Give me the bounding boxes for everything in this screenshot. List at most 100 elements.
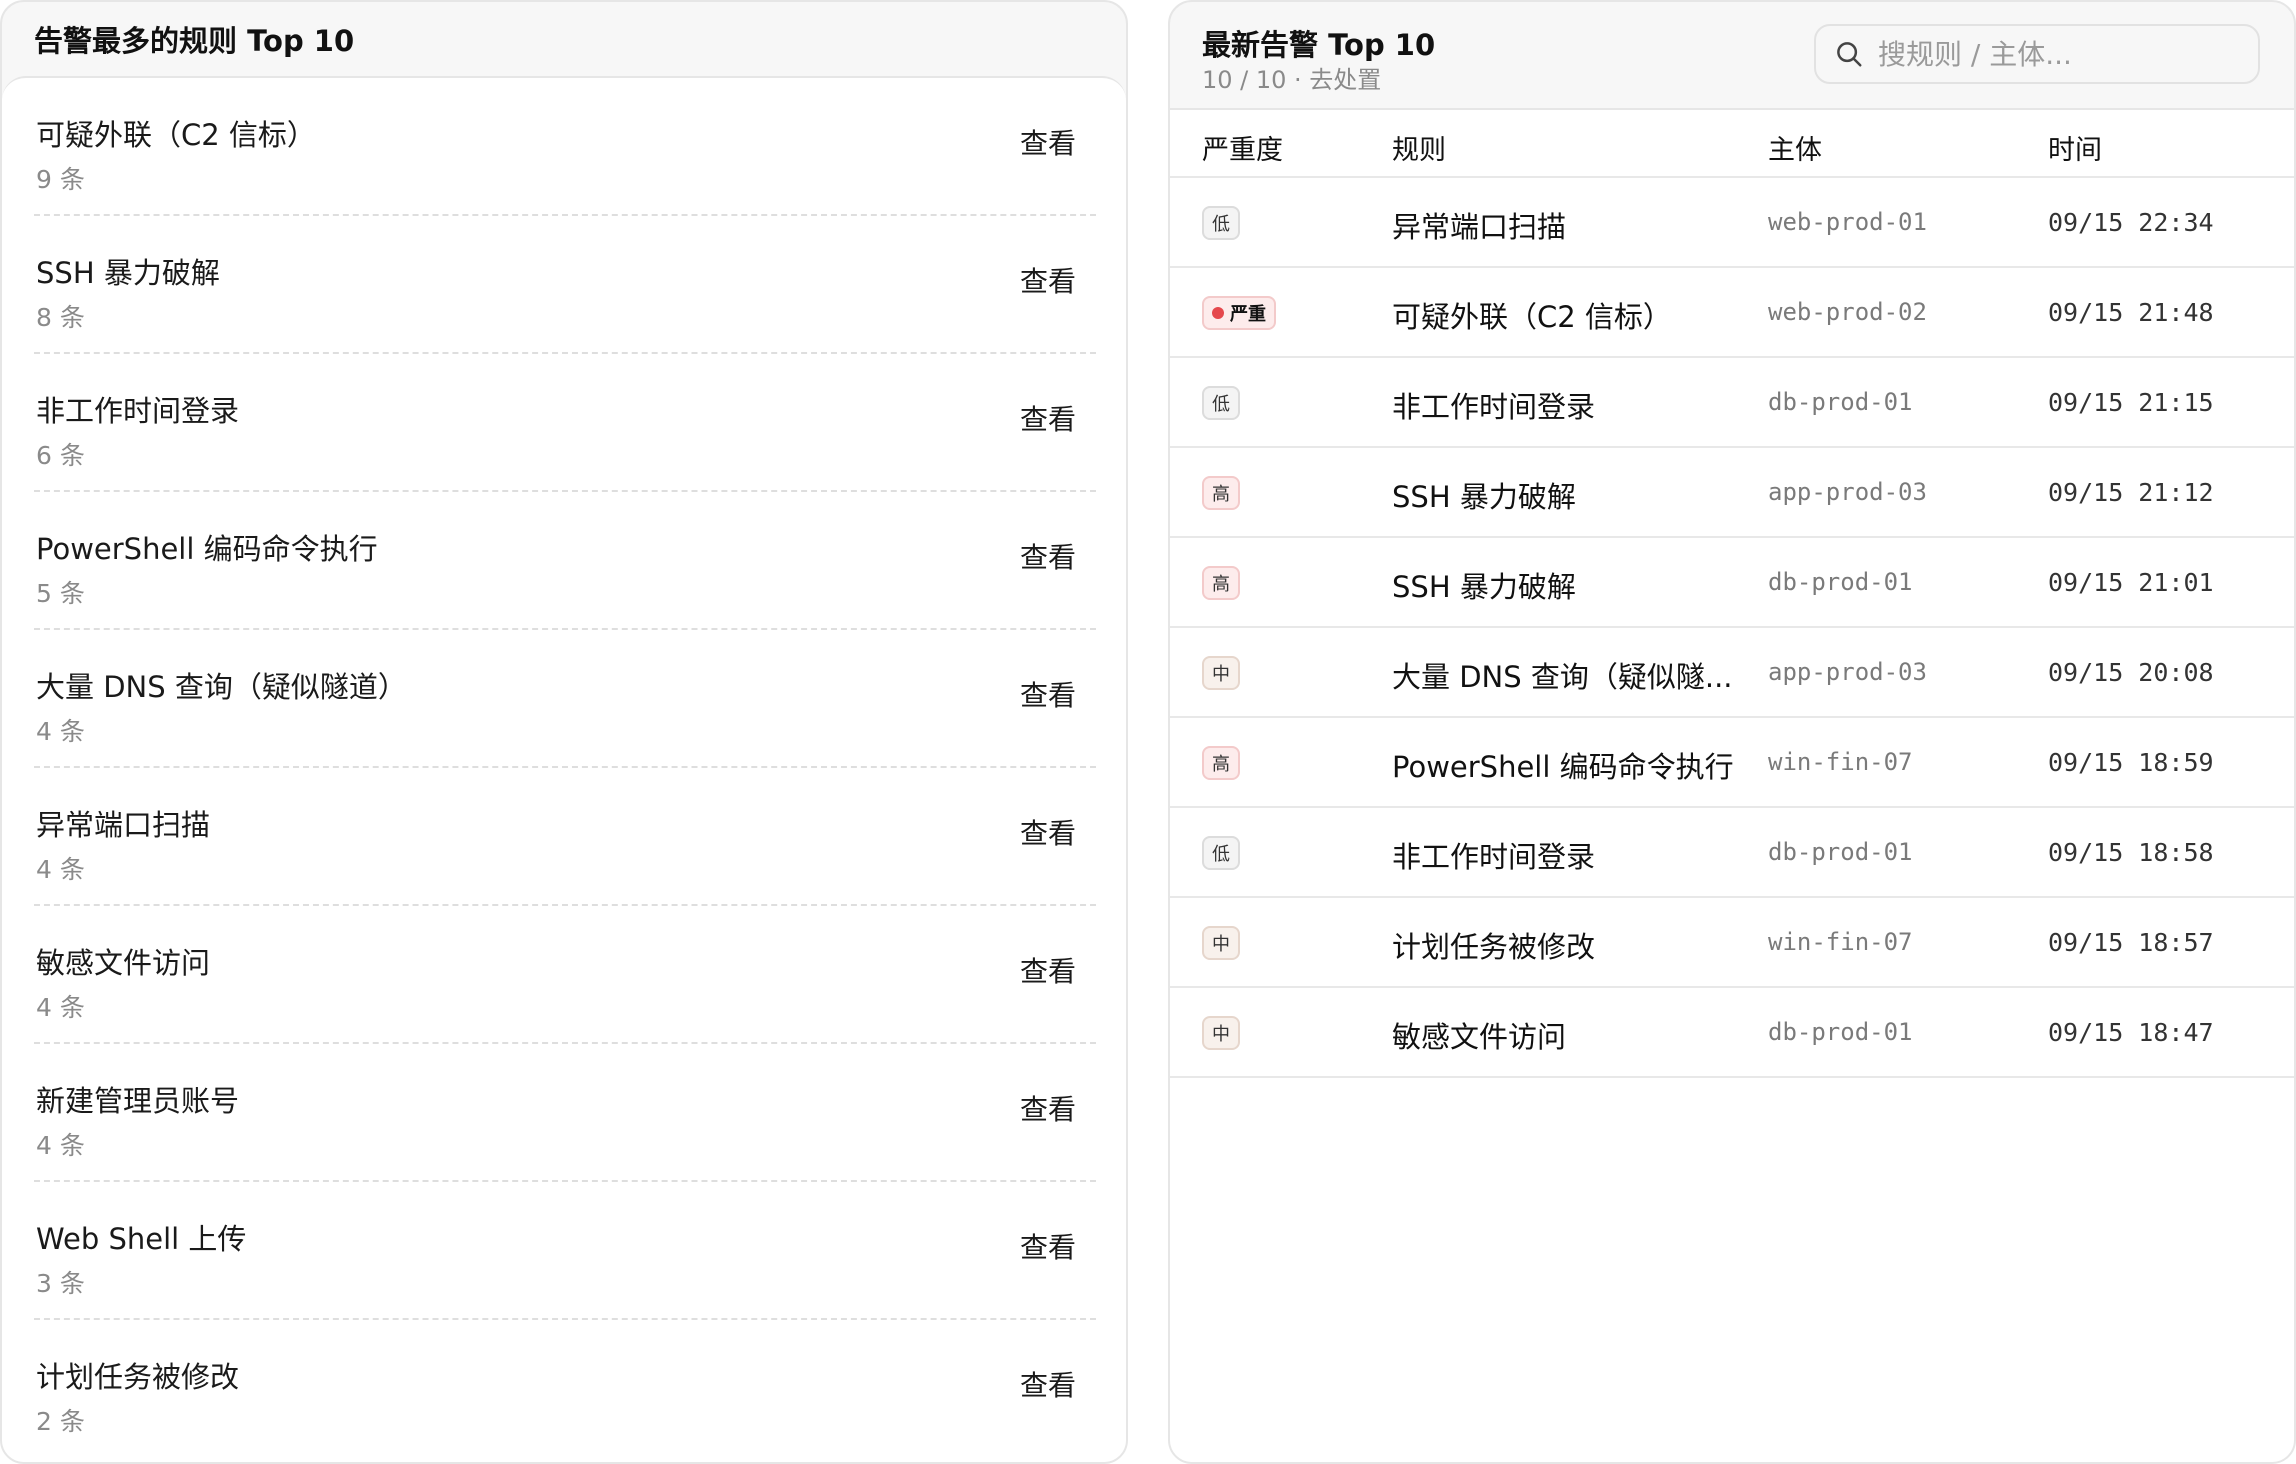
rule-count: 2 条 xyxy=(36,1407,85,1436)
top-rules-title: 告警最多的规则 Top 10 xyxy=(34,24,355,58)
rule-name: SSH 暴力破解 xyxy=(36,256,220,290)
alert-rule: 大量 DNS 查询（疑似隧... xyxy=(1392,660,1733,694)
rule-list-item: 非工作时间登录 6 条 查看 xyxy=(34,354,1096,492)
alert-time: 09/15 21:48 xyxy=(2048,298,2214,327)
severity-label: 高 xyxy=(1212,754,1230,775)
severity-label: 中 xyxy=(1212,934,1230,955)
view-button[interactable]: 查看 xyxy=(1020,1226,1076,1266)
view-button[interactable]: 查看 xyxy=(1020,260,1076,300)
severity-badge: 高 xyxy=(1202,476,1240,510)
rule-count: 4 条 xyxy=(36,993,85,1022)
table-row[interactable]: 低 非工作时间登录 db-prod-01 09/15 21:15 xyxy=(1170,358,2294,448)
view-button[interactable]: 查看 xyxy=(1020,950,1076,990)
table-row[interactable]: 高 SSH 暴力破解 app-prod-03 09/15 21:12 xyxy=(1170,448,2294,538)
rule-name: 敏感文件访问 xyxy=(36,946,211,980)
alerts-table: 严重度 规则 主体 时间 低 异常端口扫描 web-prod-01 09/15 … xyxy=(1170,108,2294,1462)
view-button[interactable]: 查看 xyxy=(1020,536,1076,576)
severity-label: 低 xyxy=(1212,214,1230,235)
search-box[interactable] xyxy=(1814,24,2260,84)
view-button[interactable]: 查看 xyxy=(1020,1364,1076,1404)
alert-time: 09/15 22:34 xyxy=(2048,208,2214,237)
alert-host: db-prod-01 xyxy=(1768,388,1913,416)
severity-badge: 严重 xyxy=(1202,296,1276,330)
rule-list-item: 计划任务被修改 2 条 查看 xyxy=(34,1320,1096,1458)
alert-rule: PowerShell 编码命令执行 xyxy=(1392,750,1734,784)
view-button[interactable]: 查看 xyxy=(1020,398,1076,438)
alert-time: 09/15 21:15 xyxy=(2048,388,2214,417)
rule-list-item: PowerShell 编码命令执行 5 条 查看 xyxy=(34,492,1096,630)
latest-alerts-panel: 最新告警 Top 10 10 / 10 · 去处置 严重度 规则 主体 时间 低… xyxy=(1168,0,2296,1464)
view-button[interactable]: 查看 xyxy=(1020,122,1076,162)
alert-host: web-prod-02 xyxy=(1768,298,1927,326)
alert-time: 09/15 18:59 xyxy=(2048,748,2214,777)
rule-count: 4 条 xyxy=(36,717,85,746)
severity-label: 严重 xyxy=(1230,304,1266,325)
severity-badge: 高 xyxy=(1202,566,1240,600)
latest-alerts-header: 最新告警 Top 10 10 / 10 · 去处置 xyxy=(1170,2,2294,108)
latest-alerts-subtitle[interactable]: 10 / 10 · 去处置 xyxy=(1202,60,1381,95)
rule-count: 3 条 xyxy=(36,1269,85,1298)
severity-badge: 高 xyxy=(1202,746,1240,780)
alert-rule: 异常端口扫描 xyxy=(1392,210,1567,244)
rule-name: PowerShell 编码命令执行 xyxy=(36,532,378,566)
alert-host: db-prod-01 xyxy=(1768,1018,1913,1046)
column-header-severity[interactable]: 严重度 xyxy=(1202,128,1283,167)
rule-name: 异常端口扫描 xyxy=(36,808,211,842)
alert-host: web-prod-01 xyxy=(1768,208,1927,236)
table-row[interactable]: 中 敏感文件访问 db-prod-01 09/15 18:47 xyxy=(1170,988,2294,1078)
alert-rule: 计划任务被修改 xyxy=(1392,930,1596,964)
alert-rule: 非工作时间登录 xyxy=(1392,840,1596,874)
table-row[interactable]: 高 PowerShell 编码命令执行 win-fin-07 09/15 18:… xyxy=(1170,718,2294,808)
alert-time: 09/15 21:01 xyxy=(2048,568,2214,597)
rule-count: 8 条 xyxy=(36,303,85,332)
table-row[interactable]: 严重 可疑外联（C2 信标） web-prod-02 09/15 21:48 xyxy=(1170,268,2294,358)
severity-badge: 中 xyxy=(1202,926,1240,960)
alert-time: 09/15 21:12 xyxy=(2048,478,2214,507)
severity-label: 高 xyxy=(1212,484,1230,505)
rule-list-item: 新建管理员账号 4 条 查看 xyxy=(34,1044,1096,1182)
alert-host: app-prod-03 xyxy=(1768,478,1927,506)
rule-count: 4 条 xyxy=(36,1131,85,1160)
rule-count: 6 条 xyxy=(36,441,85,470)
column-header-rule[interactable]: 规则 xyxy=(1392,128,1446,167)
alert-host: db-prod-01 xyxy=(1768,568,1913,596)
view-button[interactable]: 查看 xyxy=(1020,674,1076,714)
alert-time: 09/15 18:58 xyxy=(2048,838,2214,867)
rule-name: Web Shell 上传 xyxy=(36,1222,247,1256)
rule-list-item: SSH 暴力破解 8 条 查看 xyxy=(34,216,1096,354)
alert-rule: 敏感文件访问 xyxy=(1392,1020,1567,1054)
search-input[interactable] xyxy=(1876,36,2240,72)
rule-name: 非工作时间登录 xyxy=(36,394,240,428)
severity-label: 中 xyxy=(1212,664,1230,685)
severity-badge: 低 xyxy=(1202,206,1240,240)
rule-name: 可疑外联（C2 信标） xyxy=(36,118,316,152)
column-header-time[interactable]: 时间 xyxy=(2048,128,2102,167)
alert-rule: 可疑外联（C2 信标） xyxy=(1392,300,1672,334)
table-row[interactable]: 中 大量 DNS 查询（疑似隧... app-prod-03 09/15 20:… xyxy=(1170,628,2294,718)
view-button[interactable]: 查看 xyxy=(1020,812,1076,852)
search-icon xyxy=(1837,42,1862,67)
severity-label: 中 xyxy=(1212,1024,1230,1045)
latest-alerts-title: 最新告警 Top 10 xyxy=(1202,28,1436,62)
alert-host: app-prod-03 xyxy=(1768,658,1927,686)
table-row[interactable]: 高 SSH 暴力破解 db-prod-01 09/15 21:01 xyxy=(1170,538,2294,628)
top-rules-list: 可疑外联（C2 信标） 9 条 查看 SSH 暴力破解 8 条 查看 非工作时间… xyxy=(2,76,1126,1462)
alert-rule: SSH 暴力破解 xyxy=(1392,480,1576,514)
rule-count: 5 条 xyxy=(36,579,85,608)
severity-badge: 低 xyxy=(1202,836,1240,870)
severity-badge: 低 xyxy=(1202,386,1240,420)
alert-time: 09/15 18:57 xyxy=(2048,928,2214,957)
top-rules-panel: 告警最多的规则 Top 10 可疑外联（C2 信标） 9 条 查看 SSH 暴力… xyxy=(0,0,1128,1464)
view-button[interactable]: 查看 xyxy=(1020,1088,1076,1128)
table-row[interactable]: 低 异常端口扫描 web-prod-01 09/15 22:34 xyxy=(1170,178,2294,268)
table-row[interactable]: 中 计划任务被修改 win-fin-07 09/15 18:57 xyxy=(1170,898,2294,988)
alert-time: 09/15 18:47 xyxy=(2048,1018,2214,1047)
rule-name: 大量 DNS 查询（疑似隧道） xyxy=(36,670,407,704)
top-rules-header: 告警最多的规则 Top 10 xyxy=(2,2,1126,76)
alert-host: win-fin-07 xyxy=(1768,748,1913,776)
column-header-host[interactable]: 主体 xyxy=(1768,128,1822,167)
rule-count: 9 条 xyxy=(36,165,85,194)
table-row[interactable]: 低 非工作时间登录 db-prod-01 09/15 18:58 xyxy=(1170,808,2294,898)
rule-name: 计划任务被修改 xyxy=(36,1360,240,1394)
alert-host: win-fin-07 xyxy=(1768,928,1913,956)
